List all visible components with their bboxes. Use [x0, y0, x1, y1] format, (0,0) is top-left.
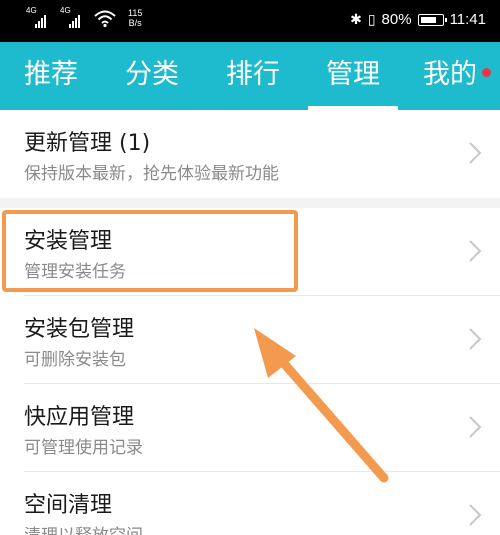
battery-percent: 80%	[381, 11, 412, 28]
list-item-title: 快应用管理	[24, 405, 135, 430]
chevron-right-icon	[469, 328, 482, 350]
chevron-right-icon	[469, 142, 482, 164]
list-item-subtitle: 保持版本最新，抢先体验最新功能	[24, 164, 279, 184]
list-item-package-manage[interactable]: 安装包管理 可删除安装包	[0, 296, 500, 384]
status-bar: 4G 4G 115 B/s ✱ ▯ 80% 11:41	[0, 0, 500, 42]
tab-ranking[interactable]: 排行	[226, 42, 280, 110]
list-item-subtitle: 可删除安装包	[24, 350, 126, 370]
list-item-title: 空间清理	[24, 493, 113, 518]
section-divider	[0, 198, 500, 208]
list-item-quick-app-manage[interactable]: 快应用管理 可管理使用记录	[0, 384, 500, 472]
tab-bar: 推荐 分类 排行 管理 我的	[0, 42, 500, 110]
signal-icon: 4G	[26, 6, 54, 28]
highlight-box	[2, 210, 298, 292]
signal-label: 4G	[26, 6, 37, 15]
battery-icon	[417, 13, 447, 26]
tab-label: 管理	[326, 59, 380, 90]
list-item-subtitle: 可管理使用记录	[24, 438, 143, 458]
tab-label: 排行	[226, 59, 280, 90]
tab-label: 我的	[423, 59, 477, 90]
bluetooth-icon: ✱	[350, 11, 362, 27]
speed-value: 115	[128, 8, 143, 18]
tab-label: 分类	[125, 59, 179, 90]
notification-badge	[482, 68, 491, 77]
chevron-right-icon	[469, 416, 482, 438]
network-speed: 115 B/s	[128, 8, 142, 28]
list-item-space-clean[interactable]: 空间清理 清理以释放空间	[0, 472, 500, 535]
chevron-right-icon	[469, 504, 482, 526]
signal-icon: 4G	[60, 6, 88, 28]
speed-unit: B/s	[128, 18, 142, 28]
wifi-icon	[94, 10, 116, 28]
signal-label: 4G	[60, 6, 71, 15]
tab-recommend[interactable]: 推荐	[24, 42, 78, 110]
tab-mine[interactable]: 我的	[423, 42, 491, 110]
chevron-right-icon	[469, 240, 482, 262]
list-item-subtitle: 清理以释放空间	[24, 521, 143, 535]
tab-label: 推荐	[24, 59, 78, 90]
clock: 11:41	[449, 11, 486, 28]
list-item-title: 更新管理 (1)	[24, 131, 151, 156]
list-item-title: 安装包管理	[24, 317, 135, 342]
tab-category[interactable]: 分类	[125, 42, 179, 110]
tab-manage[interactable]: 管理	[308, 42, 398, 110]
vibrate-icon: ▯	[367, 11, 376, 27]
list-item-update-manage[interactable]: 更新管理 (1) 保持版本最新，抢先体验最新功能	[0, 110, 500, 198]
